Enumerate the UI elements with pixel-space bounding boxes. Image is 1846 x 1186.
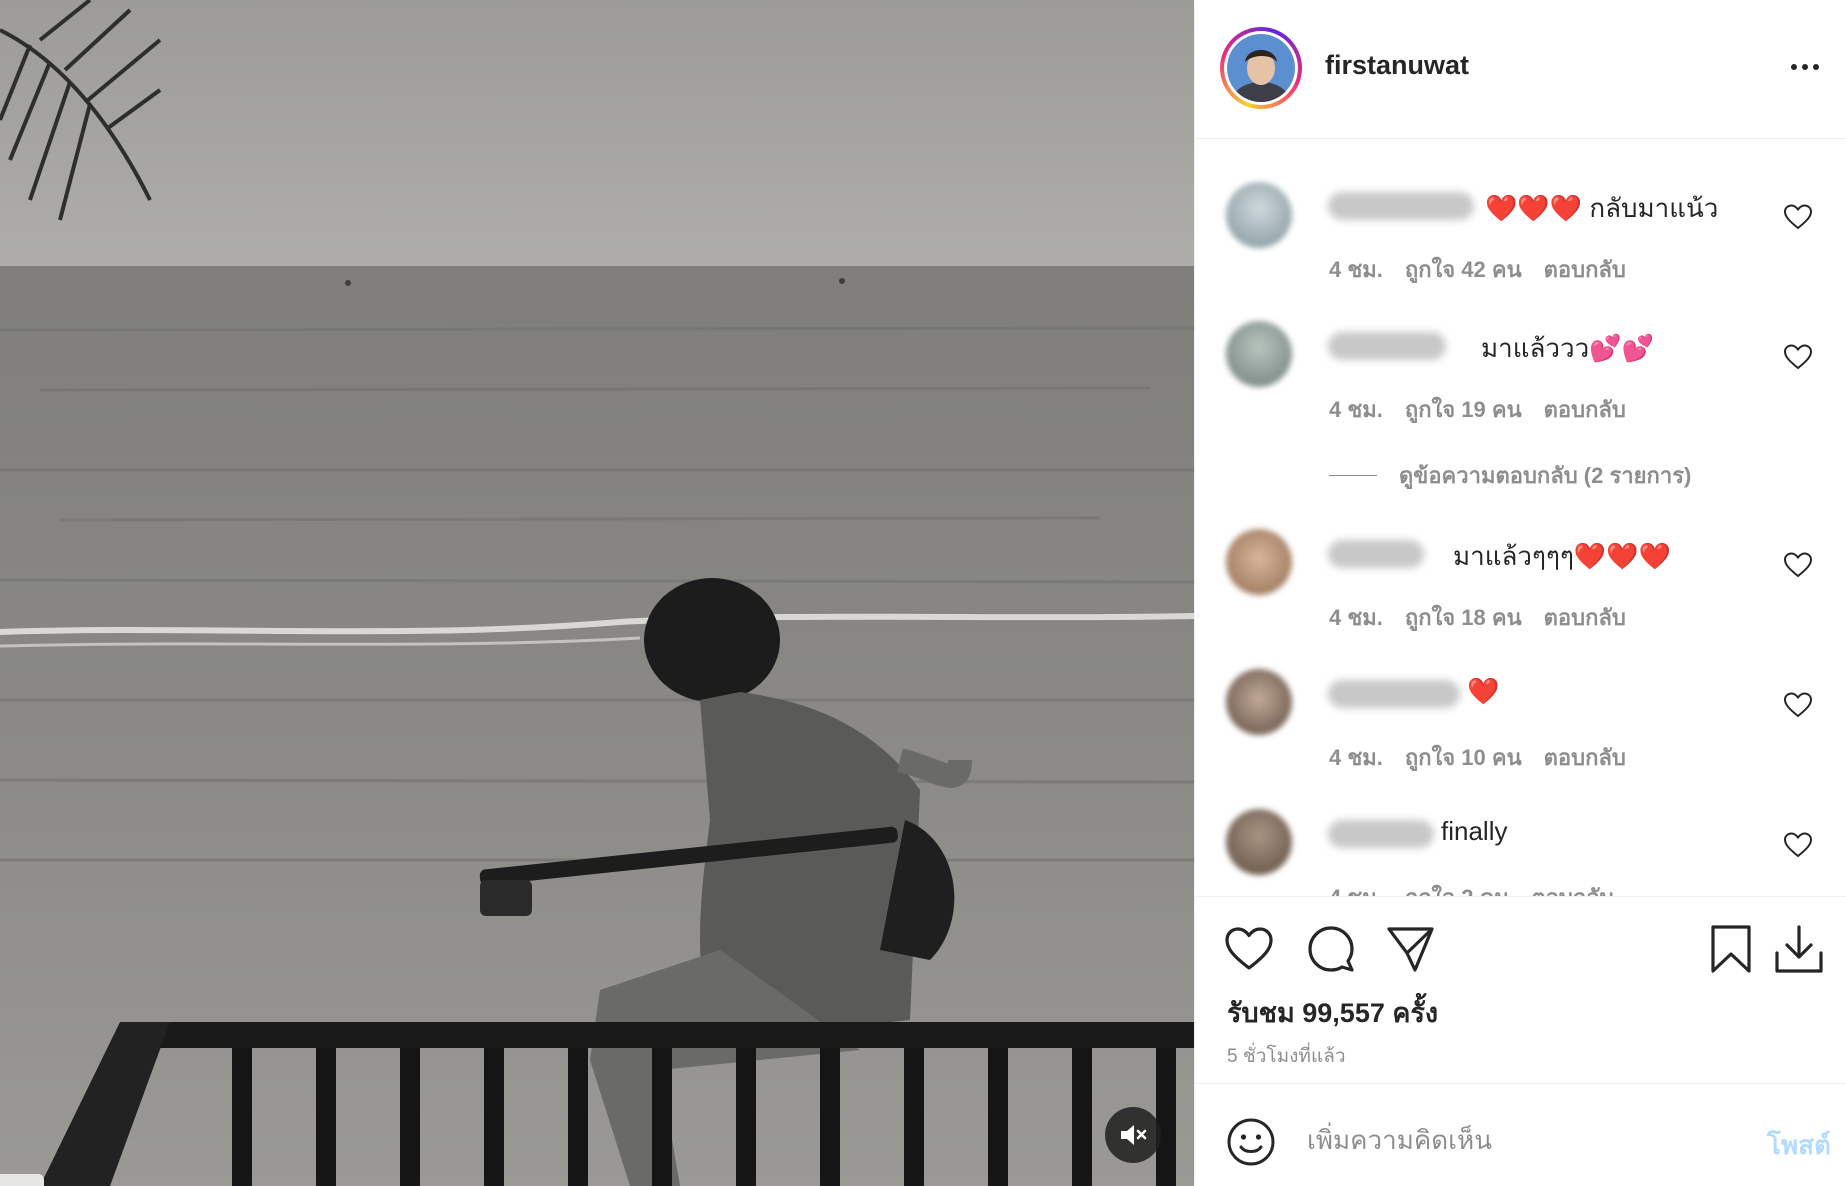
reply-button[interactable]: ตอบกลับ bbox=[1544, 745, 1626, 770]
comment-likes[interactable]: ถูกใจ 19 คน bbox=[1405, 397, 1522, 422]
comment-list[interactable]: ❤️❤️❤️ กลับมาแน้ว 4 ชม. ถูกใจ 42 คน ตอบกลั… bbox=[1195, 140, 1846, 896]
corner-tab bbox=[0, 1174, 44, 1186]
comment-likes[interactable]: ถูกใจ 2 คน bbox=[1405, 885, 1510, 896]
comment-time: 4 ชม. bbox=[1329, 257, 1383, 282]
comment-like-heart-icon[interactable] bbox=[1784, 552, 1812, 578]
post-comment-button[interactable]: โพสต์ bbox=[1767, 1125, 1831, 1166]
comment-meta: 4 ชม. ถูกใจ 42 คน ตอบกลับ bbox=[1329, 252, 1648, 287]
commenter-avatar[interactable] bbox=[1226, 321, 1292, 387]
comment-like-heart-icon[interactable] bbox=[1784, 344, 1812, 370]
comment-time: 4 ชม. bbox=[1329, 745, 1383, 770]
reply-button[interactable]: ตอบกลับ bbox=[1531, 885, 1613, 896]
download-icon[interactable] bbox=[1773, 923, 1825, 975]
like-heart-icon[interactable] bbox=[1223, 923, 1275, 975]
commenter-username[interactable] bbox=[1328, 820, 1434, 848]
comment-time: 4 ชม. bbox=[1329, 885, 1383, 896]
speaker-muted-icon bbox=[1121, 1125, 1147, 1145]
comment-meta: 4 ชม. ถูกใจ 10 คน ตอบกลับ bbox=[1329, 740, 1648, 775]
story-ring[interactable] bbox=[1220, 27, 1302, 109]
comment-text: finally bbox=[1441, 816, 1508, 846]
commenter-username[interactable] bbox=[1328, 680, 1460, 708]
mute-button[interactable] bbox=[1105, 1107, 1161, 1163]
post-video[interactable] bbox=[0, 0, 1194, 1186]
comment-meta: 4 ชม. ถูกใจ 19 คน ตอบกลับ bbox=[1329, 392, 1648, 427]
avatar bbox=[1227, 34, 1295, 102]
comment-bubble-icon[interactable] bbox=[1305, 923, 1357, 975]
commenter-username[interactable] bbox=[1328, 332, 1446, 360]
save-bookmark-icon[interactable] bbox=[1705, 923, 1757, 975]
comment-like-heart-icon[interactable] bbox=[1784, 204, 1812, 230]
comment-meta: 4 ชม. ถูกใจ 2 คน ตอบกลับ bbox=[1329, 880, 1636, 896]
comment-input[interactable] bbox=[1307, 1114, 1747, 1166]
post-actions: รับชม 99,557 ครั้ง 5 ชั่วโมงที่แล้ว bbox=[1195, 896, 1846, 1082]
view-count[interactable]: รับชม 99,557 ครั้ง bbox=[1227, 991, 1438, 1034]
post-side-panel: firstanuwat ❤️❤️❤️ กลับมาแน้ว 4 ชม. ถูกใจ… bbox=[1194, 0, 1846, 1186]
comment-likes[interactable]: ถูกใจ 18 คน bbox=[1405, 605, 1522, 630]
comment-time: 4 ชม. bbox=[1329, 605, 1383, 630]
comment-likes[interactable]: ถูกใจ 10 คน bbox=[1405, 745, 1522, 770]
commenter-username[interactable] bbox=[1328, 540, 1424, 568]
reply-button[interactable]: ตอบกลับ bbox=[1544, 257, 1626, 282]
username[interactable]: firstanuwat bbox=[1325, 50, 1469, 81]
emoji-icon[interactable] bbox=[1225, 1116, 1277, 1168]
comment-text: ❤️❤️❤️ กลับมาแน้ว bbox=[1485, 193, 1719, 223]
commenter-username[interactable] bbox=[1328, 192, 1474, 220]
comment-text: มาแล้วๆๆๆ❤️❤️❤️ bbox=[1453, 541, 1672, 571]
more-options-icon[interactable] bbox=[1785, 52, 1825, 82]
reply-button[interactable]: ตอบกลับ bbox=[1544, 397, 1626, 422]
reply-button[interactable]: ตอบกลับ bbox=[1544, 605, 1626, 630]
commenter-avatar[interactable] bbox=[1226, 182, 1292, 248]
comment-time: 4 ชม. bbox=[1329, 397, 1383, 422]
view-replies-button[interactable]: ดูข้อความตอบกลับ (2 รายการ) bbox=[1329, 458, 1691, 493]
comment-like-heart-icon[interactable] bbox=[1784, 692, 1812, 718]
video-frame bbox=[0, 0, 1194, 1186]
share-send-icon[interactable] bbox=[1385, 923, 1437, 975]
comment-text: ❤️ bbox=[1467, 676, 1500, 706]
view-replies-label: ดูข้อความตอบกลับ (2 รายการ) bbox=[1399, 463, 1692, 488]
comment-composer: โพสต์ bbox=[1195, 1083, 1846, 1186]
comment-likes[interactable]: ถูกใจ 42 คน bbox=[1405, 257, 1522, 282]
comment-text: มาแล้ววว💕💕 bbox=[1481, 333, 1654, 363]
commenter-avatar[interactable] bbox=[1226, 809, 1292, 875]
comment-meta: 4 ชม. ถูกใจ 18 คน ตอบกลับ bbox=[1329, 600, 1648, 635]
comment-like-heart-icon[interactable] bbox=[1784, 832, 1812, 858]
replies-divider bbox=[1329, 475, 1377, 476]
post-header: firstanuwat bbox=[1195, 0, 1846, 139]
post-timestamp[interactable]: 5 ชั่วโมงที่แล้ว bbox=[1227, 1041, 1346, 1071]
commenter-avatar[interactable] bbox=[1226, 529, 1292, 595]
commenter-avatar[interactable] bbox=[1226, 669, 1292, 735]
